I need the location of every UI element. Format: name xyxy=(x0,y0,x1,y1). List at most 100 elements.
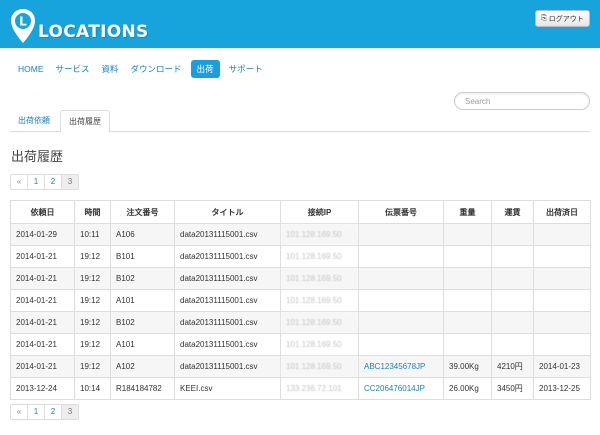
fare-cell: 3450円 xyxy=(491,377,534,400)
column-header[interactable]: 運賃 xyxy=(491,200,534,224)
order-number-cell: B102 xyxy=(110,311,175,334)
order-number-cell: A101 xyxy=(110,289,175,312)
tab-shipping-history[interactable]: 出荷履歴 xyxy=(60,110,110,133)
title-cell: data20131115001.csv xyxy=(174,289,281,312)
pagination-current-page[interactable]: 3 xyxy=(61,404,79,420)
shipped-date-cell: 2014-01-23 xyxy=(533,355,591,378)
fare-cell: 4210円 xyxy=(491,355,534,378)
shipped-date-cell: 2013-12-25 xyxy=(533,377,591,400)
title-cell: data20131115001.csv xyxy=(174,223,281,246)
fare-cell xyxy=(491,333,534,356)
weight-cell xyxy=(443,289,492,312)
time-cell: 19:12 xyxy=(74,267,111,290)
shipped-date-cell xyxy=(533,223,591,246)
fare-cell xyxy=(491,289,534,312)
time-cell: 19:12 xyxy=(74,311,111,334)
table-header-row: 依頼日 時間 注文番号 タイトル 接続IP 伝票番号 重量 運賃 出荷済日 xyxy=(10,200,591,224)
connection-ip-cell: 101.128.169.50 xyxy=(280,245,359,268)
column-header[interactable]: 伝票番号 xyxy=(358,200,444,224)
tracking-number-cell xyxy=(358,223,444,246)
pagination-page[interactable]: 1 xyxy=(27,174,45,190)
tab-bar: 出荷依頼 出荷履歴 xyxy=(10,110,590,133)
fare-cell xyxy=(491,311,534,334)
table-row[interactable]: 2014-01-21 19:12 B101 data20131115001.csv 10… xyxy=(10,245,591,268)
connection-ip-cell: 101.128.169.50 xyxy=(280,311,359,334)
table-row[interactable]: 2014-01-21 19:12 A102 data20131115001.csv 10… xyxy=(10,355,591,378)
table-row[interactable]: 2014-01-21 19:12 A101 data20131115001.csv 10… xyxy=(10,333,591,356)
nav-item-support[interactable]: サポート xyxy=(223,60,269,78)
pagination-prev[interactable]: « xyxy=(10,404,28,420)
column-header[interactable]: タイトル xyxy=(174,200,281,224)
connection-ip-cell: 101.128.169.50 xyxy=(280,267,359,290)
logout-label: ログアウト xyxy=(548,14,584,23)
time-cell: 19:12 xyxy=(74,333,111,356)
weight-cell xyxy=(443,267,492,290)
time-cell: 10:14 xyxy=(74,377,111,400)
sign-out-icon: ⎘ xyxy=(541,14,547,22)
request-date-cell: 2014-01-21 xyxy=(10,267,75,290)
pagination-top: « 1 2 3 xyxy=(10,174,79,190)
request-date-cell: 2014-01-21 xyxy=(10,311,75,334)
search-input[interactable] xyxy=(454,92,590,110)
shipped-date-cell xyxy=(533,333,591,356)
column-header[interactable]: 重量 xyxy=(443,200,492,224)
tracking-number-cell xyxy=(358,289,444,312)
table-row[interactable]: 2014-01-21 19:12 B102 data20131115001.csv 10… xyxy=(10,311,591,334)
weight-cell xyxy=(443,223,492,246)
tab-shipping-request[interactable]: 出荷依頼 xyxy=(10,110,58,132)
column-header[interactable]: 注文番号 xyxy=(110,200,175,224)
column-header[interactable]: 依頼日 xyxy=(10,200,75,224)
request-date-cell: 2014-01-21 xyxy=(10,333,75,356)
nav-item-services[interactable]: サービス xyxy=(50,60,96,78)
time-cell: 19:12 xyxy=(74,245,111,268)
pagination-page[interactable]: 2 xyxy=(44,404,62,420)
tracking-number-cell[interactable]: ABC12345678JP xyxy=(358,355,444,378)
tracking-number-cell xyxy=(358,311,444,334)
tracking-number-cell[interactable]: CC206476014JP xyxy=(358,377,444,400)
column-header[interactable]: 接続IP xyxy=(280,200,359,224)
title-cell: data20131115001.csv xyxy=(174,245,281,268)
shipped-date-cell xyxy=(533,311,591,334)
pagination-prev[interactable]: « xyxy=(10,174,28,190)
order-number-cell: B102 xyxy=(110,267,175,290)
title-cell: KEEI.csv xyxy=(174,377,281,400)
page-title: 出荷履歴 xyxy=(11,150,64,165)
order-number-cell: R184184782 xyxy=(110,377,175,400)
nav-item-documents[interactable]: 資料 xyxy=(96,60,125,78)
logout-button[interactable]: ⎘ ログアウト xyxy=(535,10,590,27)
request-date-cell: 2014-01-29 xyxy=(10,223,75,246)
nav-item-home[interactable]: HOME xyxy=(12,60,50,78)
time-cell: 10:11 xyxy=(74,223,111,246)
pagination-current-page[interactable]: 3 xyxy=(61,174,79,190)
svg-text:L: L xyxy=(19,15,27,29)
table-row[interactable]: 2013-12-24 10:14 R184184782 KEEI.csv 133.236… xyxy=(10,377,591,400)
connection-ip-cell: 101.128.169.50 xyxy=(280,289,359,312)
connection-ip-cell: 133.236.72.101 xyxy=(280,377,359,400)
request-date-cell: 2014-01-21 xyxy=(10,245,75,268)
column-header[interactable]: 時間 xyxy=(74,200,111,224)
request-date-cell: 2014-01-21 xyxy=(10,355,75,378)
nav-item-download[interactable]: ダウンロード xyxy=(125,60,188,78)
brand-name: LOCATIONS xyxy=(38,22,149,42)
shipped-date-cell xyxy=(533,245,591,268)
pagination-page[interactable]: 1 xyxy=(27,404,45,420)
nav-item-shipping[interactable]: 出荷 xyxy=(190,60,220,78)
title-cell: data20131115001.csv xyxy=(174,311,281,334)
table-row[interactable]: 2014-01-21 19:12 B102 data20131115001.csv 10… xyxy=(10,267,591,290)
brand-logo[interactable]: L LOCATIONS xyxy=(10,6,149,46)
time-cell: 19:12 xyxy=(74,355,111,378)
column-header[interactable]: 出荷済日 xyxy=(533,200,591,224)
table-row[interactable]: 2014-01-21 19:12 A101 data20131115001.csv 10… xyxy=(10,289,591,312)
shipped-date-cell xyxy=(533,267,591,290)
table-body: 2014-01-29 10:11 A106 data20131115001.csv 10… xyxy=(10,223,591,400)
title-cell: data20131115001.csv xyxy=(174,355,281,378)
pagination-page[interactable]: 2 xyxy=(44,174,62,190)
request-date-cell: 2014-01-21 xyxy=(10,289,75,312)
weight-cell: 39.00Kg xyxy=(443,355,492,378)
app-header: L LOCATIONS ⎘ ログアウト xyxy=(0,0,600,48)
weight-cell xyxy=(443,333,492,356)
title-cell: data20131115001.csv xyxy=(174,267,281,290)
table-row[interactable]: 2014-01-29 10:11 A106 data20131115001.csv 10… xyxy=(10,223,591,246)
shipping-history-table: 依頼日 時間 注文番号 タイトル 接続IP 伝票番号 重量 運賃 出荷済日 20… xyxy=(10,200,591,400)
pagination-bottom: « 1 2 3 xyxy=(10,404,79,420)
